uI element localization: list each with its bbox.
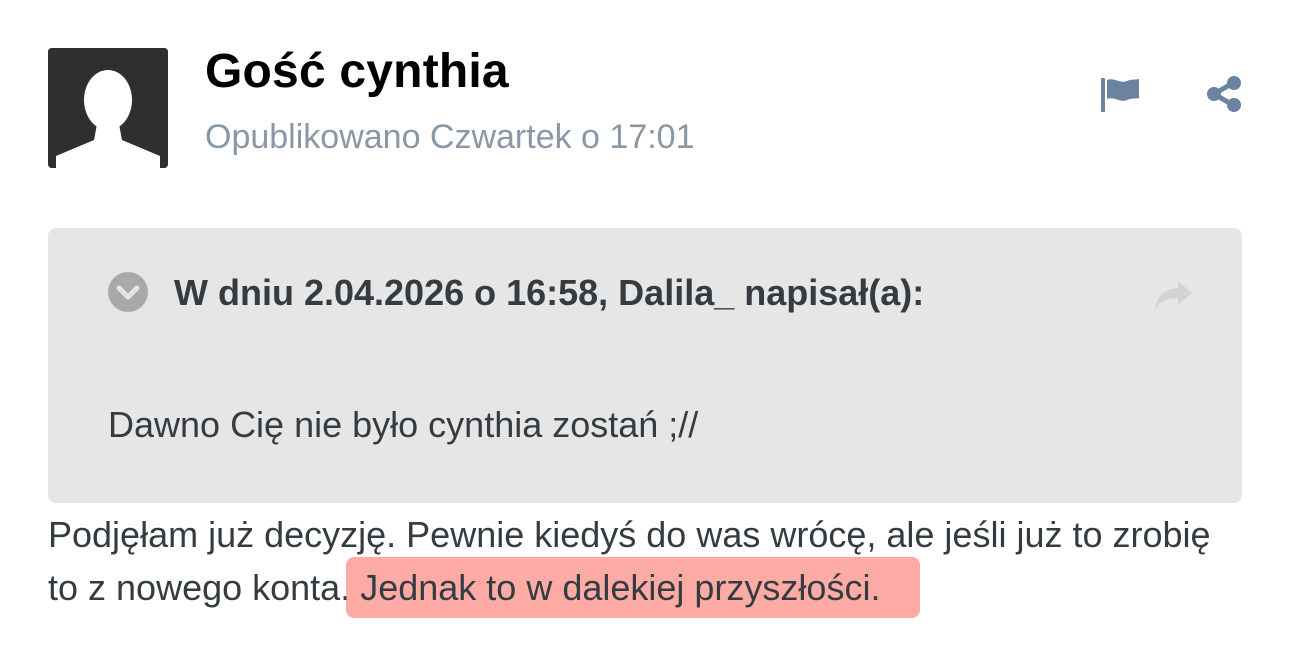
quote-collapse-toggle[interactable] bbox=[108, 272, 148, 312]
quote-citation: W dniu 2.04.2026 o 16:58, Dalila_ napisa… bbox=[174, 272, 925, 313]
go-to-quoted-post-button[interactable] bbox=[1152, 278, 1194, 314]
forward-arrow-icon bbox=[1155, 281, 1192, 310]
quote-block: W dniu 2.04.2026 o 16:58, Dalila_ napisa… bbox=[48, 228, 1242, 503]
report-post-button[interactable] bbox=[1098, 76, 1142, 114]
chevron-down-circle-icon bbox=[108, 272, 148, 312]
user-silhouette-icon bbox=[48, 48, 168, 168]
author-name[interactable]: Gość cynthia bbox=[205, 44, 509, 99]
quoted-text: Dawno Cię nie było cynthia zostań ;// bbox=[108, 404, 699, 445]
share-post-button[interactable] bbox=[1204, 74, 1244, 114]
post-body: Podjęłam już decyzję. Pewnie kiedyś do w… bbox=[48, 508, 1248, 618]
author-avatar[interactable] bbox=[48, 48, 168, 168]
share-icon bbox=[1207, 76, 1241, 112]
flag-icon bbox=[1101, 78, 1139, 112]
highlighted-text: Jednak to w dalekiej przyszłości. bbox=[346, 557, 921, 618]
post-timestamp: Opublikowano Czwartek o 17:01 bbox=[205, 118, 695, 156]
